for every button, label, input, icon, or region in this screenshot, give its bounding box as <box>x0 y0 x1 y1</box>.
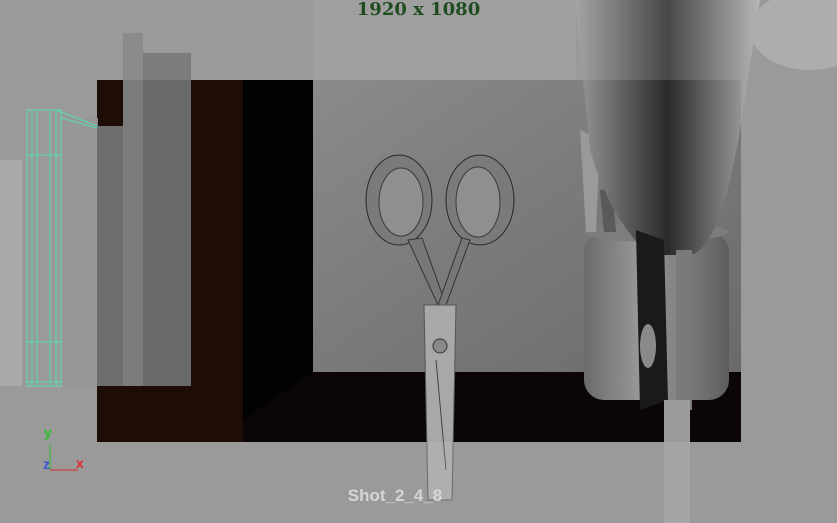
axis-x-label: x <box>76 455 84 471</box>
camera-name-label: Shot_2_4_8 <box>347 486 443 505</box>
axis-z-label: z <box>43 456 50 472</box>
axis-gizmo: y z x <box>40 424 90 474</box>
axis-y-label: y <box>44 424 52 440</box>
scene-render <box>0 0 837 523</box>
maya-viewport[interactable]: 1920 x 1080 Shot_2_4_8 y z x <box>0 0 837 523</box>
resolution-gate-label: 1920 x 1080 <box>356 0 481 20</box>
